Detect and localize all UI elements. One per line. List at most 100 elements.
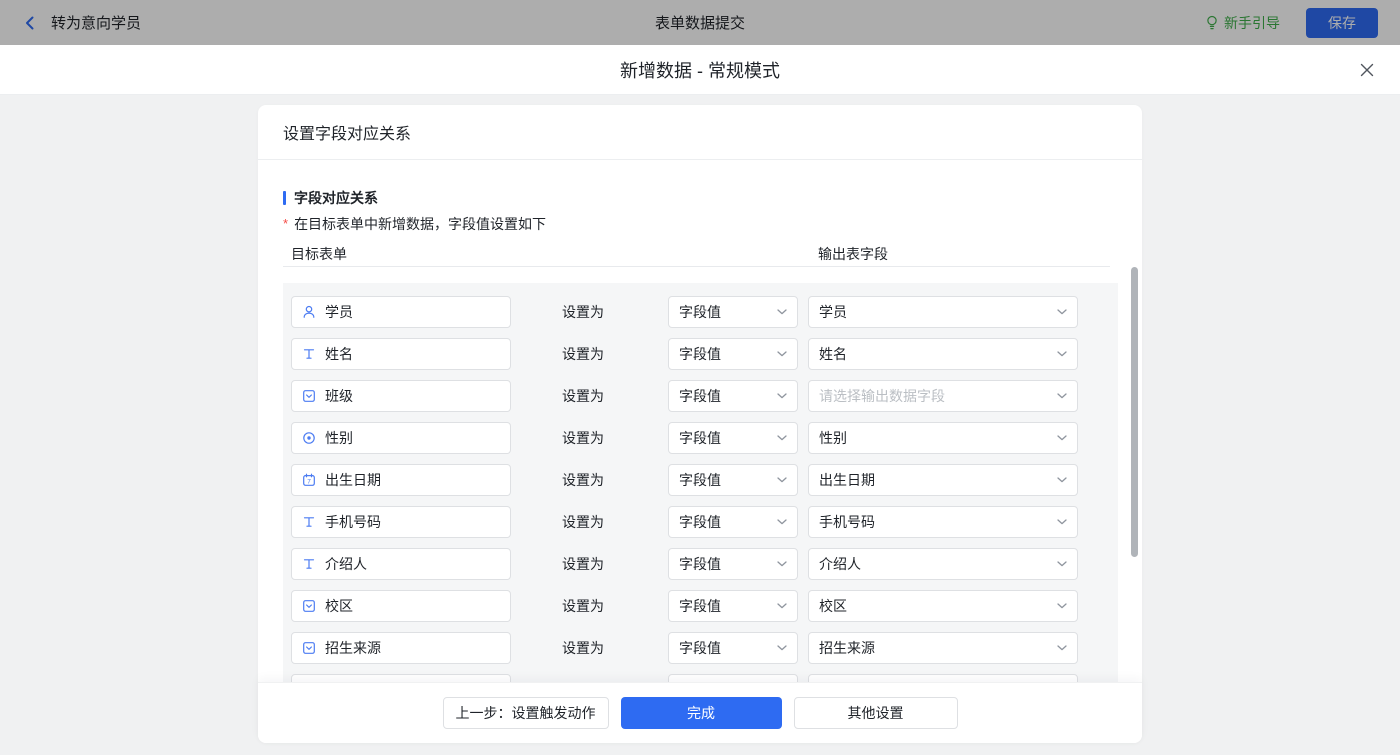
output-field-selected: 请选择输出数据字段 [819,388,945,404]
finish-button[interactable]: 完成 [620,697,782,729]
value-type-select[interactable]: 字段值 [668,632,798,664]
chevron-down-icon [777,561,787,567]
target-field-box: 校区 [291,590,511,622]
chevron-down-icon [777,351,787,357]
set-as-label: 设置为 [562,304,604,320]
target-field-box: 介绍人 [291,548,511,580]
chevron-down-icon [1057,561,1067,567]
output-field-select[interactable]: 性别 [808,422,1078,454]
output-field-select[interactable]: 姓名 [808,338,1078,370]
field-mapping-row: 校区 设置为 字段值 校区 [283,590,1118,622]
text-icon [302,515,316,529]
chevron-down-icon [777,603,787,609]
card-footer: 上一步：设置触发动作 完成 其他设置 [258,682,1142,743]
select-icon [302,641,316,655]
required-asterisk: * [283,216,289,231]
target-field-label: 性别 [325,430,353,446]
card-title: 设置字段对应关系 [283,126,412,143]
card-header: 设置字段对应关系 [258,105,1142,160]
output-field-selected: 姓名 [819,346,847,362]
field-mapping-row: 手机号码 设置为 字段值 手机号码 [283,506,1118,538]
value-type-selected: 字段值 [679,346,721,362]
value-type-select[interactable]: 字段值 [668,338,798,370]
set-as-label: 设置为 [562,556,604,572]
lightbulb-icon [1205,15,1219,31]
output-field-select[interactable]: 请选择输出数据字段 [808,380,1078,412]
output-field-select[interactable]: 招生来源 [808,632,1078,664]
chevron-down-icon [777,309,787,315]
chevron-down-icon [777,519,787,525]
column-header-target-form: 目标表单 [291,246,347,262]
chevron-down-icon [1057,393,1067,399]
field-mapping-list: 学员 设置为 字段值 学员 姓名 设置为 字段值 姓名 班级 设置为 字段值 请选择输出数据字段 性别设… [283,283,1118,683]
column-divider [283,266,1110,267]
set-as-label: 设置为 [562,472,604,488]
calendar-icon: 7 [302,473,316,487]
chevron-down-icon [1057,351,1067,357]
target-field-label: 手机号码 [325,514,381,530]
field-mapping-row: 班级 设置为 字段值 请选择输出数据字段 [283,380,1118,412]
top-bar: 转为意向学员 表单数据提交 新手引导 保存 [0,0,1400,45]
output-field-select[interactable]: 介绍人 [808,548,1078,580]
chevron-down-icon [777,393,787,399]
user-icon [302,305,316,319]
value-type-select[interactable]: 字段值 [668,422,798,454]
close-icon[interactable] [1359,62,1375,78]
output-field-select[interactable]: 出生日期 [808,464,1078,496]
required-note: * 在目标表单中新增数据，字段值设置如下 [283,214,546,234]
chevron-down-icon [1057,519,1067,525]
svg-text:7: 7 [307,478,311,485]
chevron-down-icon [1057,309,1067,315]
target-field-label: 班级 [325,388,353,404]
target-field-label: 介绍人 [325,556,367,572]
set-as-label: 设置为 [562,388,604,404]
target-field-box: 招生来源 [291,632,511,664]
modal-header: 新增数据 - 常规模式 [0,45,1400,95]
back-button[interactable]: 转为意向学员 [22,12,141,33]
value-type-select[interactable]: 字段值 [668,380,798,412]
select-icon [302,389,316,403]
value-type-selected: 字段值 [679,472,721,488]
vertical-scrollbar[interactable] [1131,267,1138,557]
field-mapping-row: 学员 设置为 字段值 学员 [283,296,1118,328]
value-type-select[interactable]: 字段值 [668,296,798,328]
modal-title: 新增数据 - 常规模式 [620,60,780,81]
chevron-down-icon [1057,645,1067,651]
value-type-select[interactable]: 字段值 [668,548,798,580]
field-mapping-row: 姓名 设置为 字段值 姓名 [283,338,1118,370]
output-field-select[interactable]: 校区 [808,590,1078,622]
back-label: 转为意向学员 [51,15,142,32]
page-title: 表单数据提交 [654,15,746,32]
output-field-select[interactable]: 手机号码 [808,506,1078,538]
target-field-box: 学员 [291,296,511,328]
value-type-select[interactable]: 字段值 [668,506,798,538]
other-settings-button[interactable]: 其他设置 [793,697,958,729]
chevron-down-icon [777,435,787,441]
output-field-selected: 性别 [819,430,847,446]
select-icon [302,599,316,613]
target-field-label: 姓名 [325,346,353,362]
section-marker-bar [283,191,286,205]
value-type-selected: 字段值 [679,388,721,404]
output-field-select[interactable]: 学员 [808,296,1078,328]
value-type-select[interactable]: 字段值 [668,464,798,496]
set-as-label: 设置为 [562,430,604,446]
value-type-select[interactable]: 字段值 [668,590,798,622]
beginner-guide-link[interactable]: 新手引导 [1205,13,1280,33]
previous-step-button[interactable]: 上一步：设置触发动作 [442,697,609,729]
target-field-box: 姓名 [291,338,511,370]
output-field-selected: 学员 [819,304,847,320]
section-heading: 字段对应关系 [283,188,378,208]
modal-body: 设置字段对应关系 字段对应关系 * 在目标表单中新增数据，字段值设置如下 目标表… [0,95,1400,755]
output-field-selected: 招生来源 [819,640,875,656]
note-text: 在目标表单中新增数据，字段值设置如下 [294,216,547,232]
save-button[interactable]: 保存 [1306,7,1378,38]
field-mapping-row: 介绍人 设置为 字段值 介绍人 [283,548,1118,580]
value-type-selected: 字段值 [679,640,721,656]
chevron-down-icon [1057,435,1067,441]
value-type-selected: 字段值 [679,304,721,320]
chevron-left-icon [22,15,38,31]
chevron-down-icon [777,477,787,483]
field-mapping-row: 招生来源 设置为 字段值 招生来源 [283,632,1118,664]
target-field-label: 校区 [325,598,353,614]
